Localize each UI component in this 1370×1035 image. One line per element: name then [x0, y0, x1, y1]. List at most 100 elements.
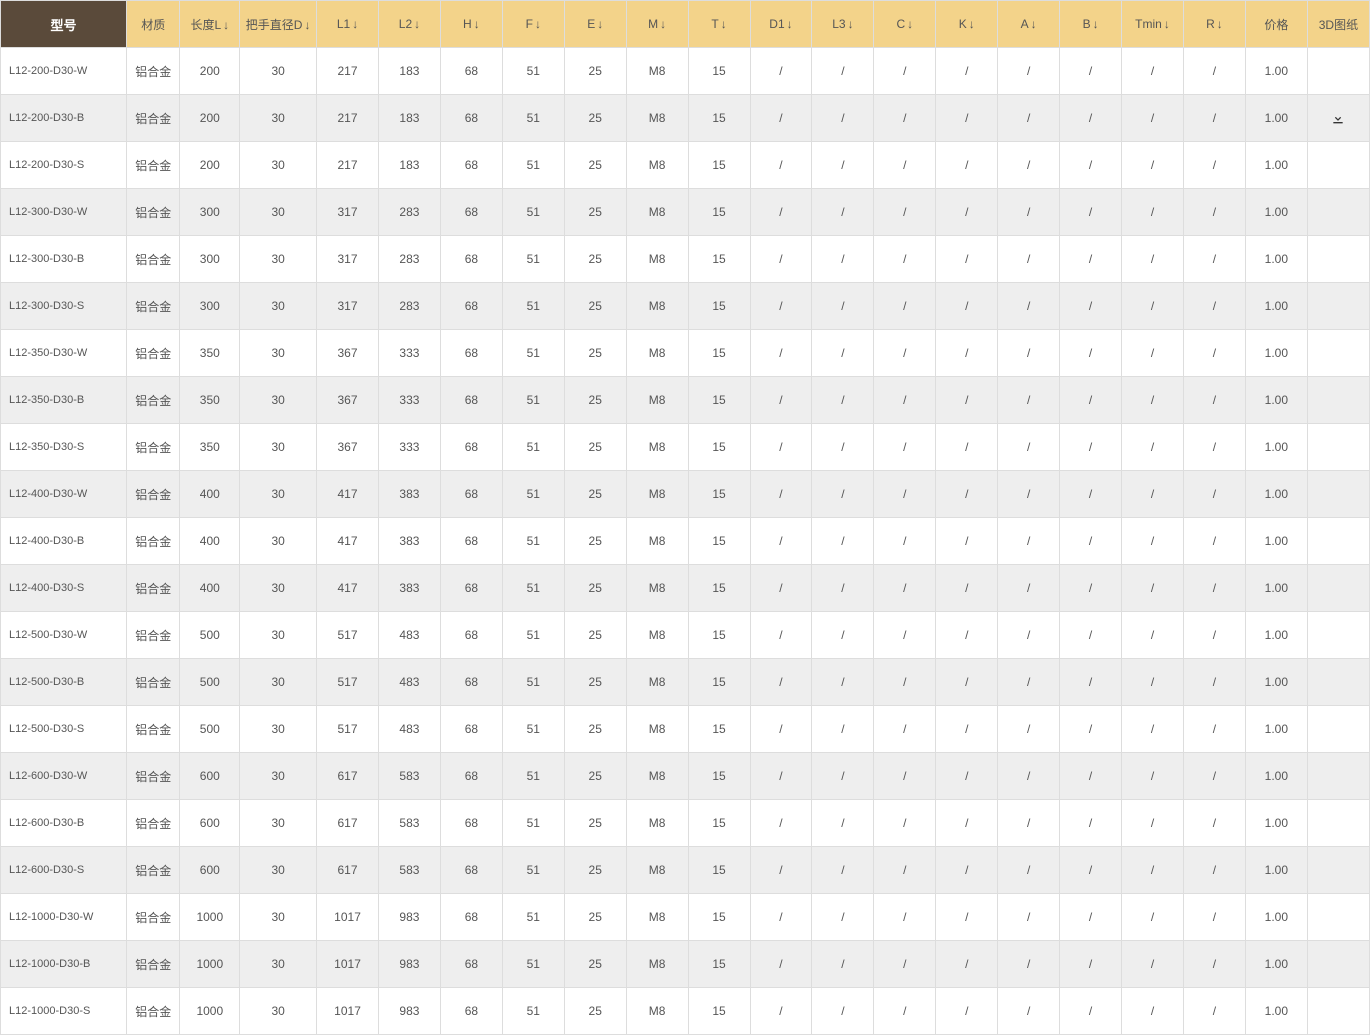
col-header-l3[interactable]: L3↓	[812, 1, 874, 48]
col-header-l1[interactable]: L1↓	[317, 1, 379, 48]
col-header-length[interactable]: 长度L↓	[180, 1, 240, 48]
cell-D1: /	[750, 894, 812, 941]
table-row[interactable]: L12-350-D30-W铝合金35030367333685125M815///…	[1, 330, 1370, 377]
col-header-m[interactable]: M↓	[626, 1, 688, 48]
col-header-l2[interactable]: L2↓	[378, 1, 440, 48]
col-header-r[interactable]: R↓	[1183, 1, 1245, 48]
col-header-diameter[interactable]: 把手直径D↓	[240, 1, 317, 48]
cell-L2: 483	[378, 612, 440, 659]
cell-material: 铝合金	[127, 612, 180, 659]
cell-R: /	[1183, 95, 1245, 142]
cell-R: /	[1183, 988, 1245, 1035]
cell-H: 68	[440, 236, 502, 283]
sort-down-icon: ↓	[535, 17, 541, 31]
cell-M: M8	[626, 706, 688, 753]
cell-T: 15	[688, 518, 750, 565]
table-row[interactable]: L12-300-D30-W铝合金30030317283685125M815///…	[1, 189, 1370, 236]
col-header-tmin[interactable]: Tmin↓	[1122, 1, 1184, 48]
cell-length: 500	[180, 659, 240, 706]
cell-E: 25	[564, 283, 626, 330]
table-row[interactable]: L12-400-D30-W铝合金40030417383685125M815///…	[1, 471, 1370, 518]
cell-R: /	[1183, 424, 1245, 471]
cell-material: 铝合金	[127, 753, 180, 800]
cell-A: /	[998, 377, 1060, 424]
col-header-e[interactable]: E↓	[564, 1, 626, 48]
cell-A: /	[998, 894, 1060, 941]
table-row[interactable]: L12-400-D30-S铝合金40030417383685125M815///…	[1, 565, 1370, 612]
cell-diameter: 30	[240, 941, 317, 988]
cell-H: 68	[440, 142, 502, 189]
cell-B: /	[1060, 800, 1122, 847]
cell-price: 1.00	[1245, 753, 1307, 800]
table-row[interactable]: L12-400-D30-B铝合金40030417383685125M815///…	[1, 518, 1370, 565]
col-header-3d[interactable]: 3D图纸	[1307, 1, 1369, 48]
cell-download[interactable]	[1307, 95, 1369, 142]
table-row[interactable]: L12-500-D30-W铝合金50030517483685125M815///…	[1, 612, 1370, 659]
cell-length: 600	[180, 753, 240, 800]
cell-D1: /	[750, 283, 812, 330]
table-row[interactable]: L12-1000-D30-B铝合金1000301017983685125M815…	[1, 941, 1370, 988]
cell-diameter: 30	[240, 330, 317, 377]
cell-Tmin: /	[1122, 471, 1184, 518]
table-row[interactable]: L12-300-D30-S铝合金30030317283685125M815///…	[1, 283, 1370, 330]
cell-M: M8	[626, 988, 688, 1035]
sort-down-icon: ↓	[1164, 17, 1170, 31]
table-row[interactable]: L12-200-D30-S铝合金20030217183685125M815///…	[1, 142, 1370, 189]
cell-B: /	[1060, 565, 1122, 612]
cell-H: 68	[440, 800, 502, 847]
table-row[interactable]: L12-500-D30-B铝合金50030517483685125M815///…	[1, 659, 1370, 706]
cell-K: /	[936, 565, 998, 612]
table-row[interactable]: L12-1000-D30-W铝合金1000301017983685125M815…	[1, 894, 1370, 941]
col-header-b[interactable]: B↓	[1060, 1, 1122, 48]
cell-download	[1307, 424, 1369, 471]
cell-E: 25	[564, 988, 626, 1035]
col-header-price[interactable]: 价格	[1245, 1, 1307, 48]
table-row[interactable]: L12-300-D30-B铝合金30030317283685125M815///…	[1, 236, 1370, 283]
cell-price: 1.00	[1245, 471, 1307, 518]
table-row[interactable]: L12-200-D30-B铝合金20030217183685125M815///…	[1, 95, 1370, 142]
col-header-f[interactable]: F↓	[502, 1, 564, 48]
cell-Tmin: /	[1122, 988, 1184, 1035]
table-row[interactable]: L12-600-D30-W铝合金60030617583685125M815///…	[1, 753, 1370, 800]
cell-T: 15	[688, 847, 750, 894]
cell-length: 300	[180, 189, 240, 236]
col-header-c[interactable]: C↓	[874, 1, 936, 48]
cell-length: 400	[180, 565, 240, 612]
table-row[interactable]: L12-500-D30-S铝合金50030517483685125M815///…	[1, 706, 1370, 753]
cell-K: /	[936, 894, 998, 941]
col-header-h[interactable]: H↓	[440, 1, 502, 48]
cell-L2: 983	[378, 894, 440, 941]
cell-price: 1.00	[1245, 941, 1307, 988]
cell-M: M8	[626, 941, 688, 988]
col-header-d1[interactable]: D1↓	[750, 1, 812, 48]
col-header-t[interactable]: T↓	[688, 1, 750, 48]
cell-L1: 1017	[317, 988, 379, 1035]
cell-model: L12-1000-D30-S	[1, 988, 127, 1035]
col-header-k[interactable]: K↓	[936, 1, 998, 48]
table-row[interactable]: L12-1000-D30-S铝合金1000301017983685125M815…	[1, 988, 1370, 1035]
col-header-a[interactable]: A↓	[998, 1, 1060, 48]
cell-K: /	[936, 941, 998, 988]
cell-K: /	[936, 424, 998, 471]
download-icon[interactable]	[1330, 110, 1346, 124]
col-header-material[interactable]: 材质	[127, 1, 180, 48]
cell-L2: 483	[378, 659, 440, 706]
cell-M: M8	[626, 894, 688, 941]
cell-A: /	[998, 565, 1060, 612]
col-header-model[interactable]: 型号	[1, 1, 127, 48]
cell-F: 51	[502, 753, 564, 800]
table-row[interactable]: L12-350-D30-B铝合金35030367333685125M815///…	[1, 377, 1370, 424]
table-row[interactable]: L12-600-D30-S铝合金60030617583685125M815///…	[1, 847, 1370, 894]
cell-D1: /	[750, 565, 812, 612]
cell-C: /	[874, 330, 936, 377]
table-row[interactable]: L12-350-D30-S铝合金35030367333685125M815///…	[1, 424, 1370, 471]
cell-L2: 283	[378, 283, 440, 330]
cell-L3: /	[812, 377, 874, 424]
cell-K: /	[936, 518, 998, 565]
cell-model: L12-600-D30-S	[1, 847, 127, 894]
table-row[interactable]: L12-200-D30-W铝合金20030217183685125M815///…	[1, 48, 1370, 95]
cell-R: /	[1183, 847, 1245, 894]
cell-K: /	[936, 377, 998, 424]
cell-length: 500	[180, 612, 240, 659]
table-row[interactable]: L12-600-D30-B铝合金60030617583685125M815///…	[1, 800, 1370, 847]
